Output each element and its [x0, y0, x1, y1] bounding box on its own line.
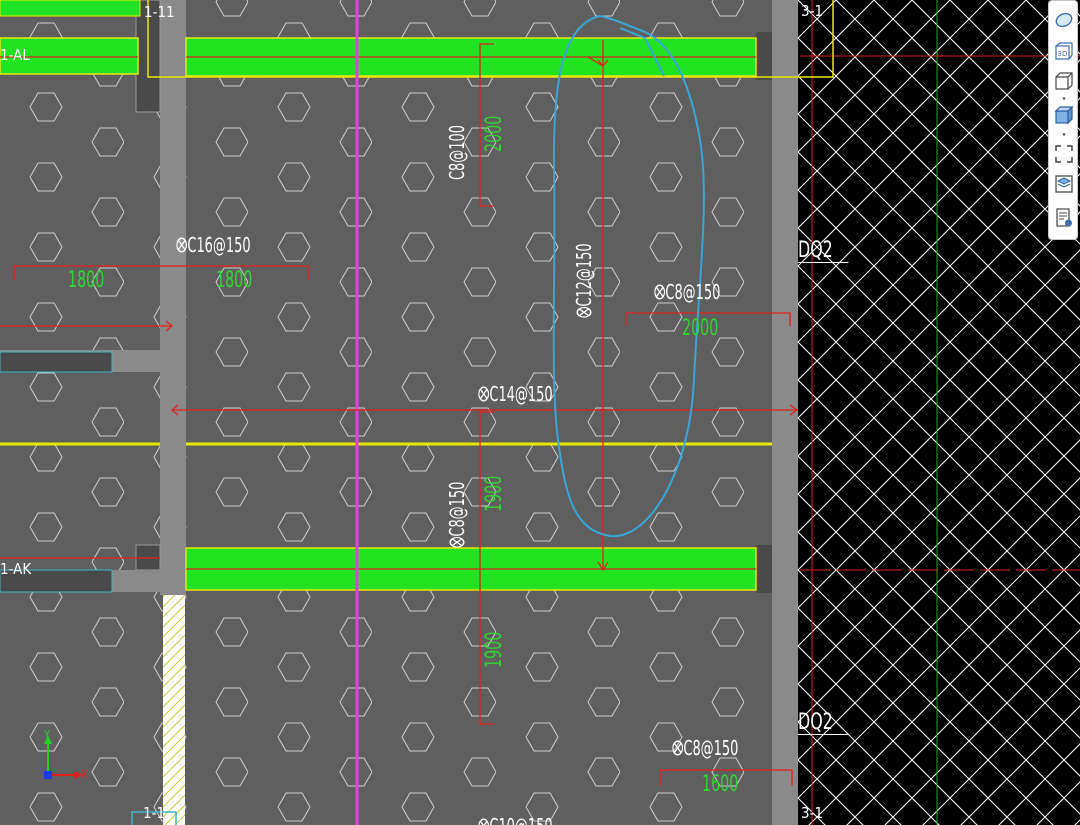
- rebar-label-c8-top: C8@100: [445, 125, 469, 180]
- dim-1600: 1600: [702, 772, 739, 797]
- diamond-hatch: [798, 0, 1080, 825]
- rebar-label-c14: ⭙C14@150: [478, 382, 553, 406]
- dim-2000-right: 2000: [682, 316, 719, 341]
- drawing-canvas[interactable]: [0, 0, 1080, 825]
- dim-2000-top: 2000: [482, 115, 507, 152]
- dim-1900-low: 1900: [482, 631, 507, 668]
- 3d-view-icon[interactable]: 3D: [1053, 41, 1075, 63]
- wall-label-dq2-lower: DQ2: [798, 712, 849, 735]
- chevron-down-icon[interactable]: ▾: [1060, 131, 1068, 139]
- cad-viewport[interactable]: 1-11 1-AL 1-AK 3-1 3-1 1-1 DQ2 DQ2 ⭙C16@…: [0, 0, 1080, 825]
- layer-settings-icon[interactable]: [1053, 173, 1075, 195]
- dim-1800-left: 1800: [68, 268, 105, 293]
- dim-1800-right: 1800: [216, 268, 253, 293]
- wall-label-dq2-upper: DQ2: [798, 240, 849, 263]
- axis-label-1-11: 1-11: [144, 3, 175, 21]
- axis-label-3-1-bottom: 3-1: [801, 804, 824, 822]
- axis-label-1-al: 1-AL: [0, 46, 30, 64]
- axis-label-3-1-top: 3-1: [801, 2, 824, 20]
- rebar-label-c8-right: ⭙C8@150: [654, 280, 721, 304]
- hexagon-hatch: [0, 0, 800, 825]
- orbit-icon[interactable]: [1053, 9, 1075, 31]
- rebar-label-partial: ⭙C10@150: [478, 816, 553, 825]
- fullscreen-icon[interactable]: [1053, 143, 1075, 165]
- dim-1900-mid: 1900: [482, 475, 507, 512]
- rebar-label-c8-mid: ⭙C8@150: [445, 481, 469, 548]
- rebar-label-c8-bottom: ⭙C8@150: [672, 736, 739, 760]
- rebar-label-c12: ⭙C12@150: [572, 243, 596, 318]
- cube-outline-icon[interactable]: [1053, 71, 1075, 93]
- axis-label-1-ak: 1-AK: [0, 560, 32, 578]
- ucs-y-label: Y: [44, 728, 51, 741]
- view-toolbar: 3D ▾ ▾: [1048, 0, 1078, 240]
- properties-panel-icon[interactable]: [1053, 207, 1075, 229]
- ucs-icon: Y X: [40, 728, 96, 788]
- chevron-down-icon[interactable]: ▾: [1060, 95, 1068, 103]
- axis-label-1-1: 1-1: [143, 804, 166, 822]
- ucs-x-label: X: [81, 768, 88, 781]
- column-wall-left: [160, 0, 186, 595]
- cube-filled-icon[interactable]: [1053, 105, 1075, 127]
- svg-text:3D: 3D: [1058, 50, 1068, 58]
- rebar-label-c16: ⭙C16@150: [176, 233, 251, 257]
